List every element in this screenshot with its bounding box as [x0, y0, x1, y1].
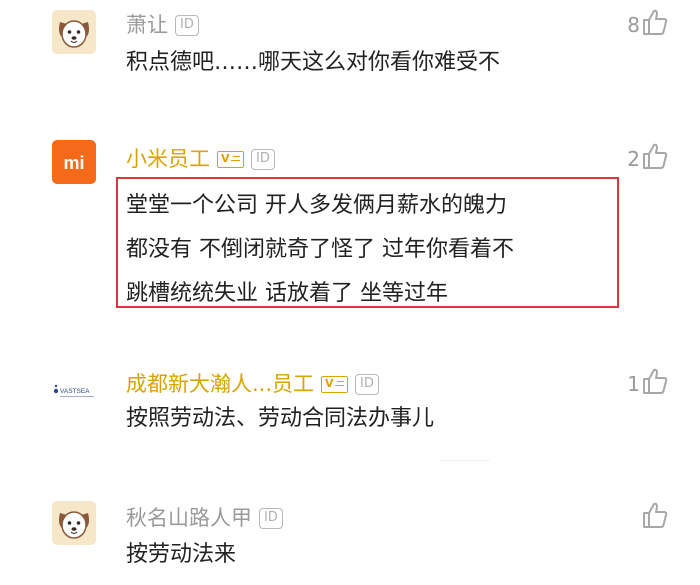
comment-item: VASTSEA 成都新大瀚人...员工 V ID 按照劳动法、劳动合同法办事儿 … — [0, 365, 700, 475]
like-button[interactable]: 1 — [627, 367, 668, 395]
comment-item: 秋名山路人甲 ID 按劳动法来 — [0, 495, 700, 585]
like-count: 2 — [627, 147, 640, 171]
divider — [440, 460, 490, 461]
id-badge: ID — [355, 373, 379, 395]
dog-avatar-icon — [52, 10, 96, 54]
avatar[interactable] — [52, 501, 96, 545]
username[interactable]: 成都新大瀚人...员工 — [126, 370, 314, 398]
thumbs-up-icon — [643, 143, 668, 169]
thumbs-up-icon — [643, 9, 668, 35]
like-button[interactable] — [640, 501, 668, 529]
thumbs-up-icon — [643, 368, 668, 394]
avatar[interactable]: VASTSEA — [52, 367, 96, 411]
vip-badge-icon: V — [217, 150, 244, 168]
avatar[interactable] — [52, 10, 96, 54]
like-button[interactable]: 2 — [627, 142, 668, 170]
like-button[interactable]: 8 — [627, 8, 668, 36]
xiaomi-logo-icon: mi — [52, 140, 96, 184]
svg-text:mi: mi — [63, 153, 84, 173]
id-badge: ID — [251, 148, 275, 170]
comment-text: 按劳动法来 — [126, 542, 237, 567]
comment-item: 萧让 ID 积点德吧……哪天这么对你看你难受不 8 — [0, 0, 700, 110]
like-count: 8 — [627, 13, 640, 37]
username[interactable]: 萧让 — [126, 11, 168, 39]
thumbs-up-icon — [643, 502, 668, 528]
like-count: 1 — [627, 372, 640, 396]
vip-badge-icon: V — [321, 375, 349, 393]
id-badge: ID — [175, 14, 199, 36]
avatar[interactable]: mi — [52, 140, 96, 184]
highlight-box — [116, 177, 619, 308]
comment-text: 积点德吧……哪天这么对你看你难受不 — [126, 50, 501, 75]
comment-text: 按照劳动法、劳动合同法办事儿 — [126, 406, 435, 431]
username[interactable]: 小米员工 — [126, 145, 210, 173]
username[interactable]: 秋名山路人甲 — [126, 504, 252, 532]
vastsea-logo-icon: VASTSEA — [53, 384, 94, 397]
id-badge: ID — [259, 507, 283, 529]
svg-text:VASTSEA: VASTSEA — [60, 388, 90, 395]
dog-avatar-icon — [52, 501, 96, 545]
